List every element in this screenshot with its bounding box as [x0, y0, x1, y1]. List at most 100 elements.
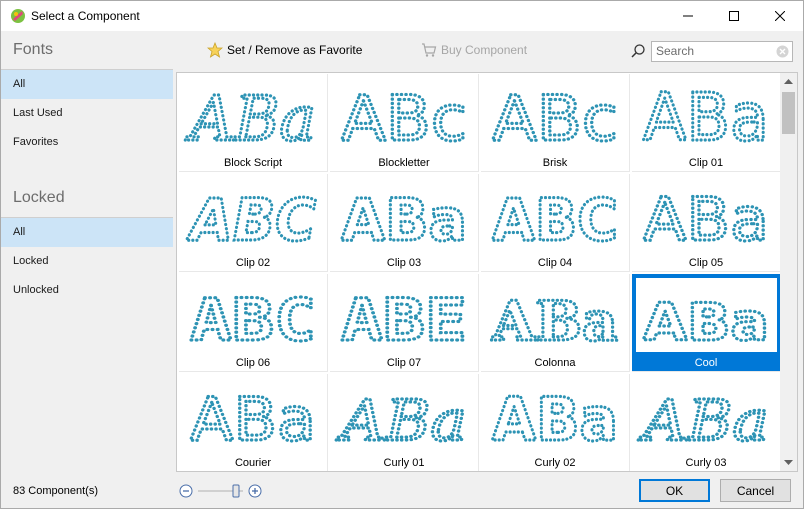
- favorite-button[interactable]: Set / Remove as Favorite: [207, 42, 362, 58]
- component-tile[interactable]: ABE Clip 07: [330, 274, 479, 372]
- buy-component-label: Buy Component: [441, 43, 528, 57]
- font-preview: ABa: [188, 383, 317, 452]
- font-preview: ABC: [490, 184, 619, 252]
- select-component-dialog: Select a Component Fonts All Last Used F…: [0, 0, 804, 509]
- zoom-slider[interactable]: [179, 483, 263, 499]
- font-sample-text: ABC: [492, 186, 618, 252]
- font-preview: ABC: [185, 184, 318, 252]
- component-label: Courier: [234, 457, 272, 469]
- component-label: Clip 06: [235, 357, 271, 369]
- font-preview: ABa: [641, 78, 770, 152]
- locked-header: Locked: [13, 189, 65, 206]
- sidebar-item-favorites[interactable]: Favorites: [1, 128, 173, 157]
- star-icon: [207, 42, 223, 58]
- component-tile[interactable]: ABC Clip 06: [179, 274, 328, 372]
- font-sample-text: ABa: [638, 389, 769, 452]
- sidebar-item-locked[interactable]: Locked: [1, 247, 173, 276]
- component-label: Block Script: [223, 157, 283, 169]
- cart-icon: [422, 43, 437, 57]
- minimize-icon: [683, 15, 693, 17]
- status-bar: 83 Component(s) OK Cancel: [1, 473, 803, 508]
- component-tile[interactable]: ABa Cool: [632, 274, 781, 372]
- vertical-scrollbar[interactable]: [780, 73, 797, 471]
- font-preview: ABc: [339, 80, 468, 152]
- font-preview: ABE: [339, 284, 468, 352]
- component-label: Clip 01: [688, 157, 724, 169]
- component-tile[interactable]: ABC Clip 02: [179, 174, 328, 272]
- component-tile[interactable]: ABC Clip 04: [481, 174, 630, 272]
- component-tile[interactable]: ABa Clip 01: [632, 74, 781, 172]
- search-input[interactable]: Search: [651, 41, 793, 62]
- cancel-button[interactable]: Cancel: [720, 479, 791, 502]
- component-tile[interactable]: ABa Curly 01: [330, 374, 479, 471]
- font-sample-text: ABa: [185, 82, 316, 152]
- font-preview: ABa: [339, 184, 468, 252]
- font-preview: ABC: [188, 284, 317, 352]
- maximize-button[interactable]: [711, 1, 757, 31]
- zoom-in-icon[interactable]: [248, 484, 262, 498]
- component-tile[interactable]: ABa Clip 05: [632, 174, 781, 272]
- scroll-up-button[interactable]: [780, 73, 797, 90]
- component-label: Clip 02: [235, 257, 271, 269]
- component-grid-panel: ABa Block Script ABc Blockletter ABc Brisk ABa…: [176, 72, 798, 472]
- component-label: Curly 03: [685, 457, 727, 469]
- zoom-slider-thumb[interactable]: [232, 484, 240, 498]
- component-label: Curly 02: [534, 457, 576, 469]
- chevron-down-icon: [784, 460, 793, 465]
- component-label: Brisk: [542, 157, 568, 169]
- toolbar: Set / Remove as Favorite Buy Component S…: [173, 31, 803, 71]
- close-button[interactable]: [757, 1, 803, 31]
- font-preview: ABa: [636, 387, 771, 452]
- close-icon: [775, 11, 785, 21]
- font-sample-text: ABC: [190, 286, 316, 352]
- component-tile[interactable]: ABa Courier: [179, 374, 328, 471]
- component-label: Clip 04: [537, 257, 573, 269]
- scroll-down-button[interactable]: [780, 454, 797, 471]
- component-count: 83 Component(s): [13, 485, 98, 497]
- component-tile[interactable]: ABa Colonna: [481, 274, 630, 372]
- font-preview: ABa: [489, 287, 619, 352]
- font-sample-text: ABa: [341, 186, 467, 252]
- sidebar-item-last-used[interactable]: Last Used: [1, 99, 173, 128]
- component-label: Clip 05: [688, 257, 724, 269]
- minimize-button[interactable]: [665, 1, 711, 31]
- font-preview: ABa: [641, 183, 770, 252]
- font-sample-text: ABC: [186, 186, 316, 252]
- ok-button[interactable]: OK: [639, 479, 710, 502]
- zoom-out-icon[interactable]: [179, 484, 193, 498]
- font-sample-text: ABc: [492, 82, 618, 152]
- component-tile[interactable]: ABa Curly 03: [632, 374, 781, 471]
- font-sample-text: ABa: [190, 385, 316, 452]
- font-sample-text: ABa: [643, 79, 769, 152]
- maximize-icon: [729, 11, 739, 21]
- component-label: Colonna: [534, 357, 576, 369]
- favorite-label: Set / Remove as Favorite: [227, 43, 363, 57]
- component-tile[interactable]: ABa Block Script: [179, 74, 328, 172]
- buy-component-button[interactable]: Buy Component: [421, 42, 527, 58]
- fonts-header: Fonts: [13, 41, 54, 58]
- font-preview: ABa: [636, 278, 777, 352]
- component-label: Cool: [694, 357, 718, 369]
- sidebar-item-all-locked[interactable]: All: [1, 218, 173, 247]
- font-sample-text: ABa: [643, 185, 769, 252]
- sidebar-item-unlocked[interactable]: Unlocked: [1, 276, 173, 305]
- font-sample-text: ABa: [643, 293, 769, 352]
- component-tile[interactable]: ABa Curly 02: [481, 374, 630, 471]
- font-preview: ABa: [490, 383, 619, 452]
- font-sample-text: ABE: [341, 286, 467, 352]
- component-label: Curly 01: [383, 457, 425, 469]
- component-label: Clip 03: [386, 257, 422, 269]
- search-icon: [631, 44, 645, 58]
- font-preview: ABa: [334, 387, 469, 452]
- font-sample-text: ABa: [336, 389, 467, 452]
- component-tile[interactable]: ABc Brisk: [481, 74, 630, 172]
- sidebar-item-all-fonts[interactable]: All: [1, 70, 173, 99]
- font-preview: ABa: [183, 80, 317, 152]
- scrollbar-thumb[interactable]: [782, 92, 795, 134]
- clear-search-icon[interactable]: [776, 45, 789, 58]
- component-tile[interactable]: ABc Blockletter: [330, 74, 479, 172]
- component-tile[interactable]: ABa Clip 03: [330, 174, 479, 272]
- window-title: Select a Component: [31, 9, 140, 23]
- font-sample-text: ABa: [492, 385, 618, 452]
- title-bar: Select a Component: [1, 1, 803, 31]
